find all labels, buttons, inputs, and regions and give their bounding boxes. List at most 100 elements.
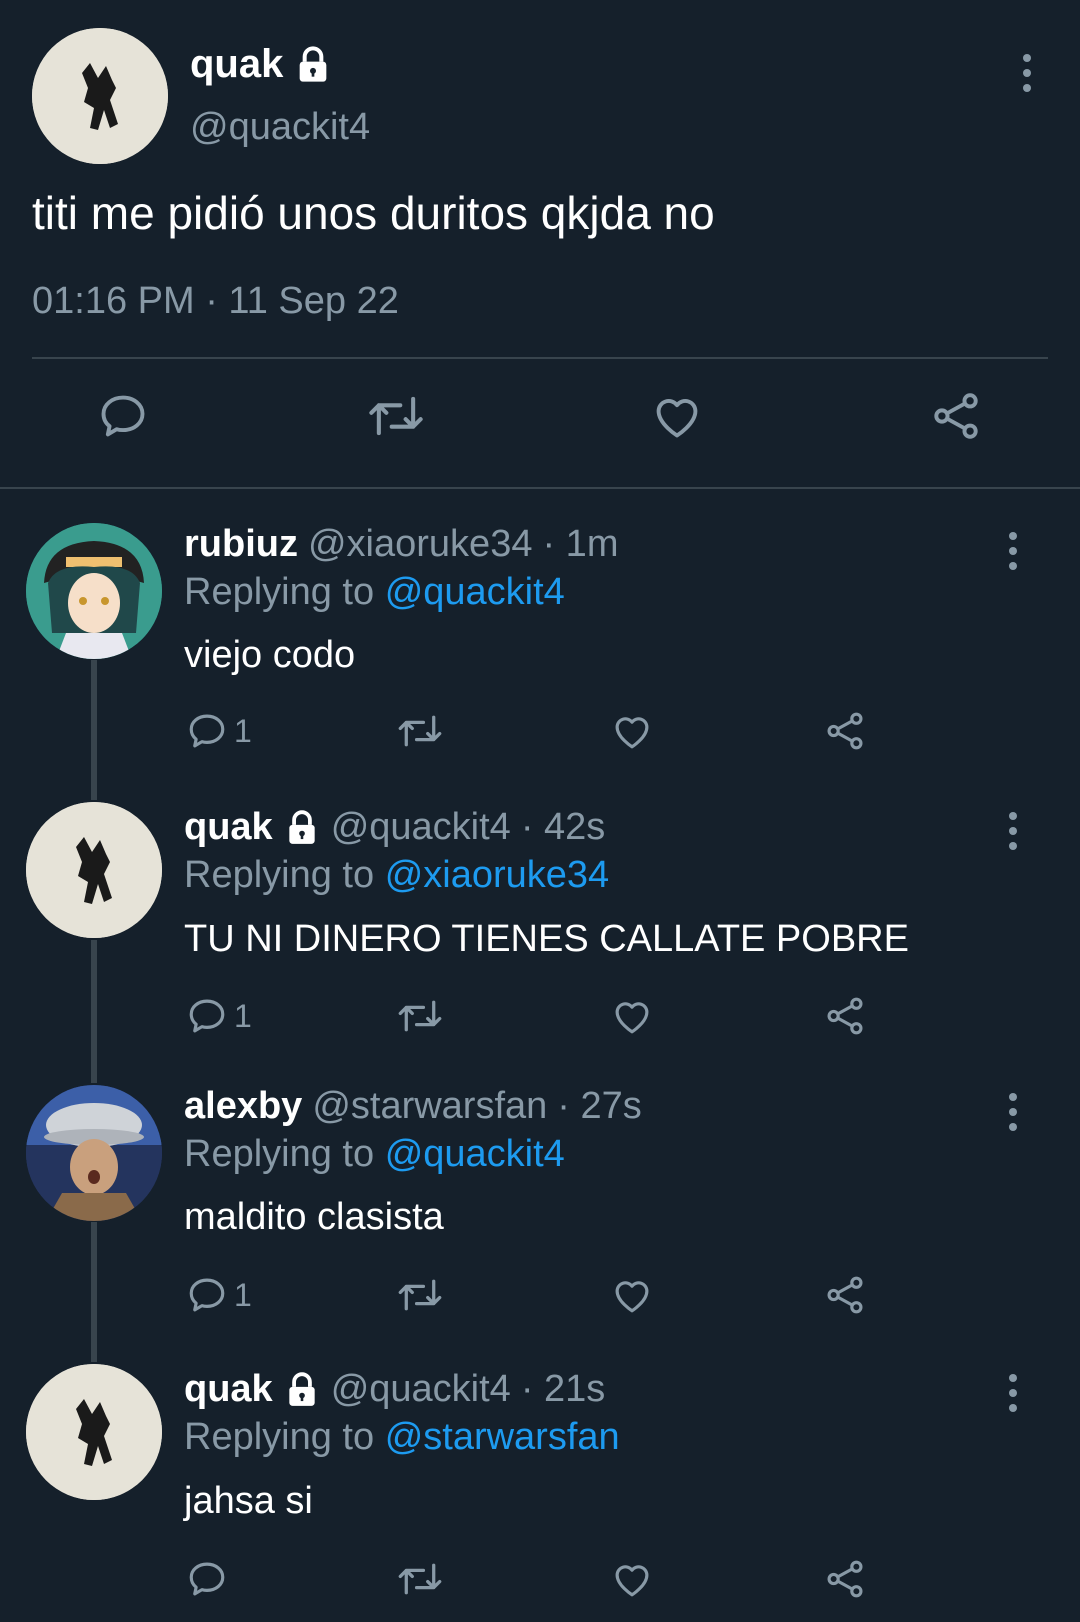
retweet-button[interactable] <box>396 995 444 1037</box>
replying-to: Replying to @xiaoruke34 <box>184 854 609 897</box>
reply-text: maldito clasista <box>184 1196 444 1238</box>
avatar[interactable] <box>26 523 162 659</box>
reply-header: quak @quackit4 · 21s <box>184 1368 605 1411</box>
like-icon <box>656 399 698 438</box>
replying-prefix: Replying to <box>184 1416 375 1458</box>
reply-icon <box>101 395 145 437</box>
author-handle[interactable]: @quackit4 <box>331 1368 511 1411</box>
more-icon[interactable] <box>1006 1374 1020 1412</box>
more-icon[interactable] <box>1006 532 1020 570</box>
author-handle[interactable]: @quackit4 <box>331 806 511 849</box>
reply-action-bar <box>0 1558 1080 1608</box>
reply-action-bar: 1 <box>0 710 1080 760</box>
lock-icon <box>283 809 321 847</box>
like-icon <box>615 1002 649 1034</box>
share-icon <box>827 997 863 1035</box>
like-icon <box>615 1281 649 1313</box>
reply-time: · 21s <box>520 1368 606 1410</box>
author-name[interactable]: quak <box>184 1368 273 1411</box>
avatar[interactable] <box>26 1085 162 1221</box>
share-button[interactable] <box>824 1274 866 1316</box>
reply-header: rubiuz @xiaoruke34 · 1m <box>184 523 618 566</box>
replying-to: Replying to @quackit4 <box>184 1133 565 1176</box>
reply-action-bar: 1 <box>0 1274 1080 1324</box>
like-button[interactable] <box>610 995 654 1037</box>
reply-button[interactable] <box>97 390 149 442</box>
more-icon[interactable] <box>1006 1093 1020 1131</box>
like-button[interactable] <box>610 710 654 752</box>
share-icon <box>827 1276 863 1314</box>
share-button[interactable] <box>930 390 982 442</box>
share-icon <box>934 393 978 439</box>
replying-prefix: Replying to <box>184 571 375 613</box>
author-handle[interactable]: @starwarsfan <box>312 1085 547 1128</box>
replying-prefix: Replying to <box>184 854 375 896</box>
retweet-icon <box>398 1000 442 1032</box>
reply-count: 1 <box>234 712 252 749</box>
replying-to-link[interactable]: @quackit4 <box>385 571 565 613</box>
share-button[interactable] <box>824 1558 866 1600</box>
retweet-icon <box>369 396 423 436</box>
avatar[interactable] <box>32 28 168 164</box>
more-icon[interactable] <box>1006 812 1020 850</box>
reply-text: jahsa si <box>184 1480 313 1522</box>
reply-button[interactable] <box>186 1558 234 1600</box>
reply-header: quak @quackit4 · 42s <box>184 806 605 849</box>
reply-button[interactable]: 1 <box>186 1274 252 1316</box>
replying-prefix: Replying to <box>184 1133 375 1175</box>
share-icon <box>827 712 863 750</box>
replying-to-link[interactable]: @quackit4 <box>385 1133 565 1175</box>
author-name[interactable]: quak <box>184 806 273 849</box>
like-icon <box>615 1565 649 1597</box>
author-name[interactable]: quak <box>190 42 333 87</box>
share-button[interactable] <box>824 995 866 1037</box>
author-handle[interactable]: @quackit4 <box>190 106 370 149</box>
reply-time: · 42s <box>520 806 606 848</box>
divider <box>32 357 1048 359</box>
replying-to-link[interactable]: @xiaoruke34 <box>385 854 609 896</box>
reply-icon <box>189 1562 225 1596</box>
main-tweet: quak @quackit4 titi me pidió unos durito… <box>0 0 1080 489</box>
retweet-icon <box>398 715 442 747</box>
lock-icon <box>293 45 333 85</box>
lock-icon <box>283 1371 321 1409</box>
avatar[interactable] <box>26 1364 162 1500</box>
retweet-button[interactable] <box>396 1558 444 1600</box>
reply-text: viejo codo <box>184 634 356 676</box>
like-button[interactable] <box>650 390 704 442</box>
author-name[interactable]: rubiuz <box>184 523 298 566</box>
retweet-icon <box>398 1279 442 1311</box>
reply-text: TU NI DINERO TIENES CALLATE POBRE <box>184 918 909 960</box>
reply-time: · 27s <box>557 1085 642 1127</box>
tweet-timestamp[interactable]: 01:16 PM · 11 Sep 22 <box>32 280 399 323</box>
replying-to: Replying to @starwarsfan <box>184 1416 620 1459</box>
retweet-icon <box>398 1563 442 1595</box>
reply-count: 1 <box>234 997 252 1034</box>
author-name-label: quak <box>190 42 284 86</box>
reply-count: 1 <box>234 1276 252 1313</box>
replying-to-link[interactable]: @starwarsfan <box>385 1416 620 1458</box>
main-action-bar <box>0 390 1080 450</box>
like-icon <box>615 717 649 749</box>
like-button[interactable] <box>610 1274 654 1316</box>
like-button[interactable] <box>610 1558 654 1600</box>
replying-to: Replying to @quackit4 <box>184 571 565 614</box>
retweet-button[interactable] <box>366 390 426 442</box>
tweet-text: titi me pidió unos duritos qkjda no <box>32 187 715 239</box>
reply-button[interactable]: 1 <box>186 995 252 1037</box>
reply-action-bar: 1 <box>0 995 1080 1045</box>
reply-header: alexby @starwarsfan · 27s <box>184 1085 642 1128</box>
more-icon[interactable] <box>1020 54 1034 92</box>
reply-icon <box>189 714 225 748</box>
avatar[interactable] <box>26 802 162 938</box>
author-name[interactable]: alexby <box>184 1085 302 1128</box>
retweet-button[interactable] <box>396 1274 444 1316</box>
author-handle[interactable]: @xiaoruke34 <box>308 523 532 566</box>
reply-icon <box>189 1278 225 1312</box>
reply-icon <box>189 999 225 1033</box>
reply-time: · 1m <box>542 523 619 565</box>
reply-button[interactable]: 1 <box>186 710 252 752</box>
retweet-button[interactable] <box>396 710 444 752</box>
share-icon <box>827 1560 863 1598</box>
share-button[interactable] <box>824 710 866 752</box>
